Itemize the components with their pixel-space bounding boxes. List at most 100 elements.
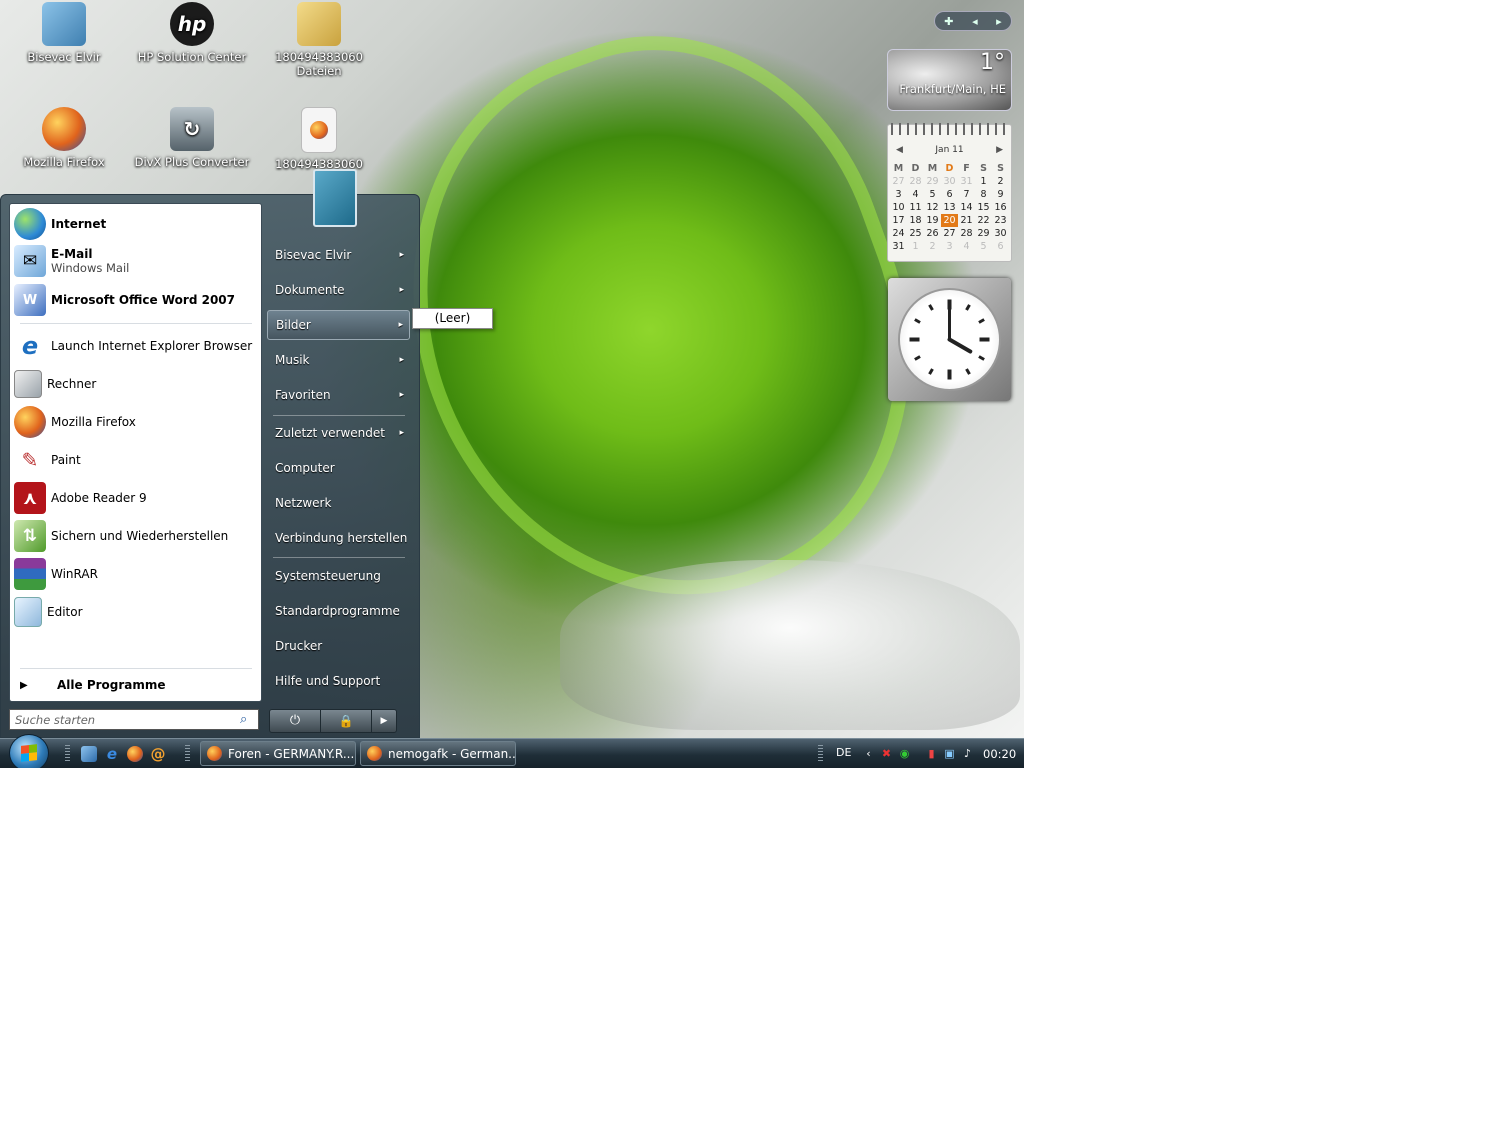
- show-desktop-icon[interactable]: [81, 746, 97, 762]
- next-icon[interactable]: ▸: [996, 15, 1002, 28]
- calendar-gadget[interactable]: ◀ Jan 11 ▶ M D M D F S S 27 28 29 30 31 1 2 3 4 5 6 7 8 9 10 1…: [887, 123, 1012, 262]
- calendar-day[interactable]: 31: [890, 240, 907, 253]
- desktop-icon-hp-solution-center[interactable]: hp HP Solution Center: [128, 2, 256, 64]
- calendar-day[interactable]: 30: [941, 175, 958, 188]
- taskbar-grip[interactable]: [185, 745, 190, 763]
- right-item-control-panel[interactable]: Systemsteuerung: [267, 561, 410, 591]
- calendar-day[interactable]: 1: [907, 240, 924, 253]
- calendar-day[interactable]: 27: [941, 227, 958, 240]
- calendar-day[interactable]: 4: [958, 240, 975, 253]
- taskbar-window-foren[interactable]: Foren - GERMANY.R...: [200, 741, 356, 766]
- right-item-printers[interactable]: Drucker: [267, 631, 410, 661]
- desktop-icon-firefox[interactable]: Mozilla Firefox: [0, 107, 128, 169]
- calendar-day[interactable]: 1: [975, 175, 992, 188]
- safely-remove-icon[interactable]: ▮: [925, 747, 938, 760]
- calendar-day[interactable]: 21: [958, 214, 975, 227]
- right-item-connect[interactable]: Verbindung herstellen: [267, 523, 410, 553]
- calendar-day[interactable]: 14: [958, 201, 975, 214]
- calendar-day[interactable]: 12: [924, 201, 941, 214]
- recent-item-winrar[interactable]: WinRAR: [14, 557, 258, 591]
- calendar-day[interactable]: 17: [890, 214, 907, 227]
- recent-item-paint[interactable]: ✎ Paint: [14, 443, 258, 477]
- firefox-quicklaunch-icon[interactable]: [127, 746, 143, 762]
- calendar-day[interactable]: 31: [958, 175, 975, 188]
- calendar-day[interactable]: 24: [890, 227, 907, 240]
- network-icon[interactable]: ▣: [943, 747, 956, 760]
- calendar-day[interactable]: 9: [992, 188, 1009, 201]
- taskbar-grip[interactable]: [65, 745, 70, 763]
- security-alert-icon[interactable]: ✖: [880, 747, 893, 760]
- right-item-user-folder[interactable]: Bisevac Elvir ▸: [267, 240, 410, 270]
- add-gadget-icon[interactable]: ✚: [944, 15, 953, 28]
- messenger-icon[interactable]: ◉: [898, 747, 911, 760]
- recent-item-calculator[interactable]: Rechner: [14, 367, 258, 401]
- recent-item-backup[interactable]: ⇅ Sichern und Wiederherstellen: [14, 519, 258, 553]
- right-item-network[interactable]: Netzwerk: [267, 488, 410, 518]
- recent-item-ie[interactable]: e Launch Internet Explorer Browser: [14, 329, 258, 363]
- lock-button[interactable]: 🔒: [320, 709, 372, 733]
- calendar-next-icon[interactable]: ▶: [996, 145, 1003, 155]
- pinned-word-2007[interactable]: W Microsoft Office Word 2007: [14, 283, 258, 317]
- right-item-recent[interactable]: Zuletzt verwendet ▸: [267, 418, 410, 448]
- calendar-day[interactable]: 15: [975, 201, 992, 214]
- calendar-day[interactable]: 30: [992, 227, 1009, 240]
- calendar-day[interactable]: 2: [992, 175, 1009, 188]
- pictures-submenu-empty[interactable]: (Leer): [412, 308, 493, 329]
- shutdown-options-button[interactable]: ▶: [371, 709, 397, 733]
- calendar-day[interactable]: 18: [907, 214, 924, 227]
- calendar-day[interactable]: 20: [941, 214, 958, 227]
- calendar-day[interactable]: 4: [907, 188, 924, 201]
- power-button[interactable]: ⏻: [269, 709, 321, 733]
- all-programs-button[interactable]: ▶ Alle Programme: [14, 672, 258, 698]
- calendar-day[interactable]: 23: [992, 214, 1009, 227]
- calendar-day[interactable]: 26: [924, 227, 941, 240]
- recent-item-editor[interactable]: Editor: [14, 595, 258, 629]
- pinned-internet[interactable]: Internet: [14, 207, 258, 241]
- calendar-day[interactable]: 6: [941, 188, 958, 201]
- taskbar-clock[interactable]: 00:20: [983, 747, 1016, 761]
- desktop-icon-firefox-document[interactable]: 180494383060: [255, 107, 383, 171]
- desktop-icon-divx-converter[interactable]: ↻ DivX Plus Converter: [128, 107, 256, 169]
- calendar-day[interactable]: 19: [924, 214, 941, 227]
- right-item-help-support[interactable]: Hilfe und Support: [267, 666, 410, 696]
- search-icon[interactable]: ⌕: [240, 712, 254, 727]
- calendar-day[interactable]: 13: [941, 201, 958, 214]
- calendar-day[interactable]: 7: [958, 188, 975, 201]
- calendar-day[interactable]: 11: [907, 201, 924, 214]
- start-button[interactable]: [9, 734, 49, 768]
- calendar-day[interactable]: 28: [907, 175, 924, 188]
- desktop-icon-files-folder[interactable]: 180494383060 Dateien: [255, 2, 383, 78]
- calendar-day[interactable]: 29: [924, 175, 941, 188]
- right-item-music[interactable]: Musik ▸: [267, 345, 410, 375]
- user-picture[interactable]: [313, 169, 357, 227]
- pinned-email[interactable]: ✉ E-Mail Windows Mail: [14, 243, 258, 279]
- calendar-day[interactable]: 25: [907, 227, 924, 240]
- weather-gadget[interactable]: 1° Frankfurt/Main, HE: [887, 49, 1012, 111]
- taskbar-grip[interactable]: [818, 745, 823, 763]
- language-indicator[interactable]: DE: [836, 746, 851, 759]
- calendar-day[interactable]: 5: [975, 240, 992, 253]
- calendar-day[interactable]: 3: [941, 240, 958, 253]
- right-item-favorites[interactable]: Favoriten ▸: [267, 380, 410, 410]
- calendar-day[interactable]: 22: [975, 214, 992, 227]
- calendar-day[interactable]: 5: [924, 188, 941, 201]
- right-item-pictures[interactable]: Bilder ▸: [267, 310, 410, 340]
- taskbar-window-nemogafk[interactable]: nemogafk - German...: [360, 741, 516, 766]
- right-item-computer[interactable]: Computer: [267, 453, 410, 483]
- calendar-day[interactable]: 29: [975, 227, 992, 240]
- show-hidden-icons-icon[interactable]: ‹: [862, 747, 875, 760]
- calendar-day[interactable]: 3: [890, 188, 907, 201]
- mail-quicklaunch-icon[interactable]: @: [150, 746, 166, 762]
- previous-icon[interactable]: ◂: [972, 15, 978, 28]
- calendar-day[interactable]: 10: [890, 201, 907, 214]
- calendar-day[interactable]: 27: [890, 175, 907, 188]
- search-input[interactable]: Suche starten ⌕: [9, 709, 259, 730]
- calendar-day[interactable]: 2: [924, 240, 941, 253]
- right-item-default-programs[interactable]: Standardprogramme: [267, 596, 410, 626]
- ie-quicklaunch-icon[interactable]: e: [104, 746, 120, 762]
- calendar-day[interactable]: 6: [992, 240, 1009, 253]
- volume-icon[interactable]: ♪: [961, 747, 974, 760]
- recent-item-firefox[interactable]: Mozilla Firefox: [14, 405, 258, 439]
- calendar-day[interactable]: 8: [975, 188, 992, 201]
- calendar-day[interactable]: 28: [958, 227, 975, 240]
